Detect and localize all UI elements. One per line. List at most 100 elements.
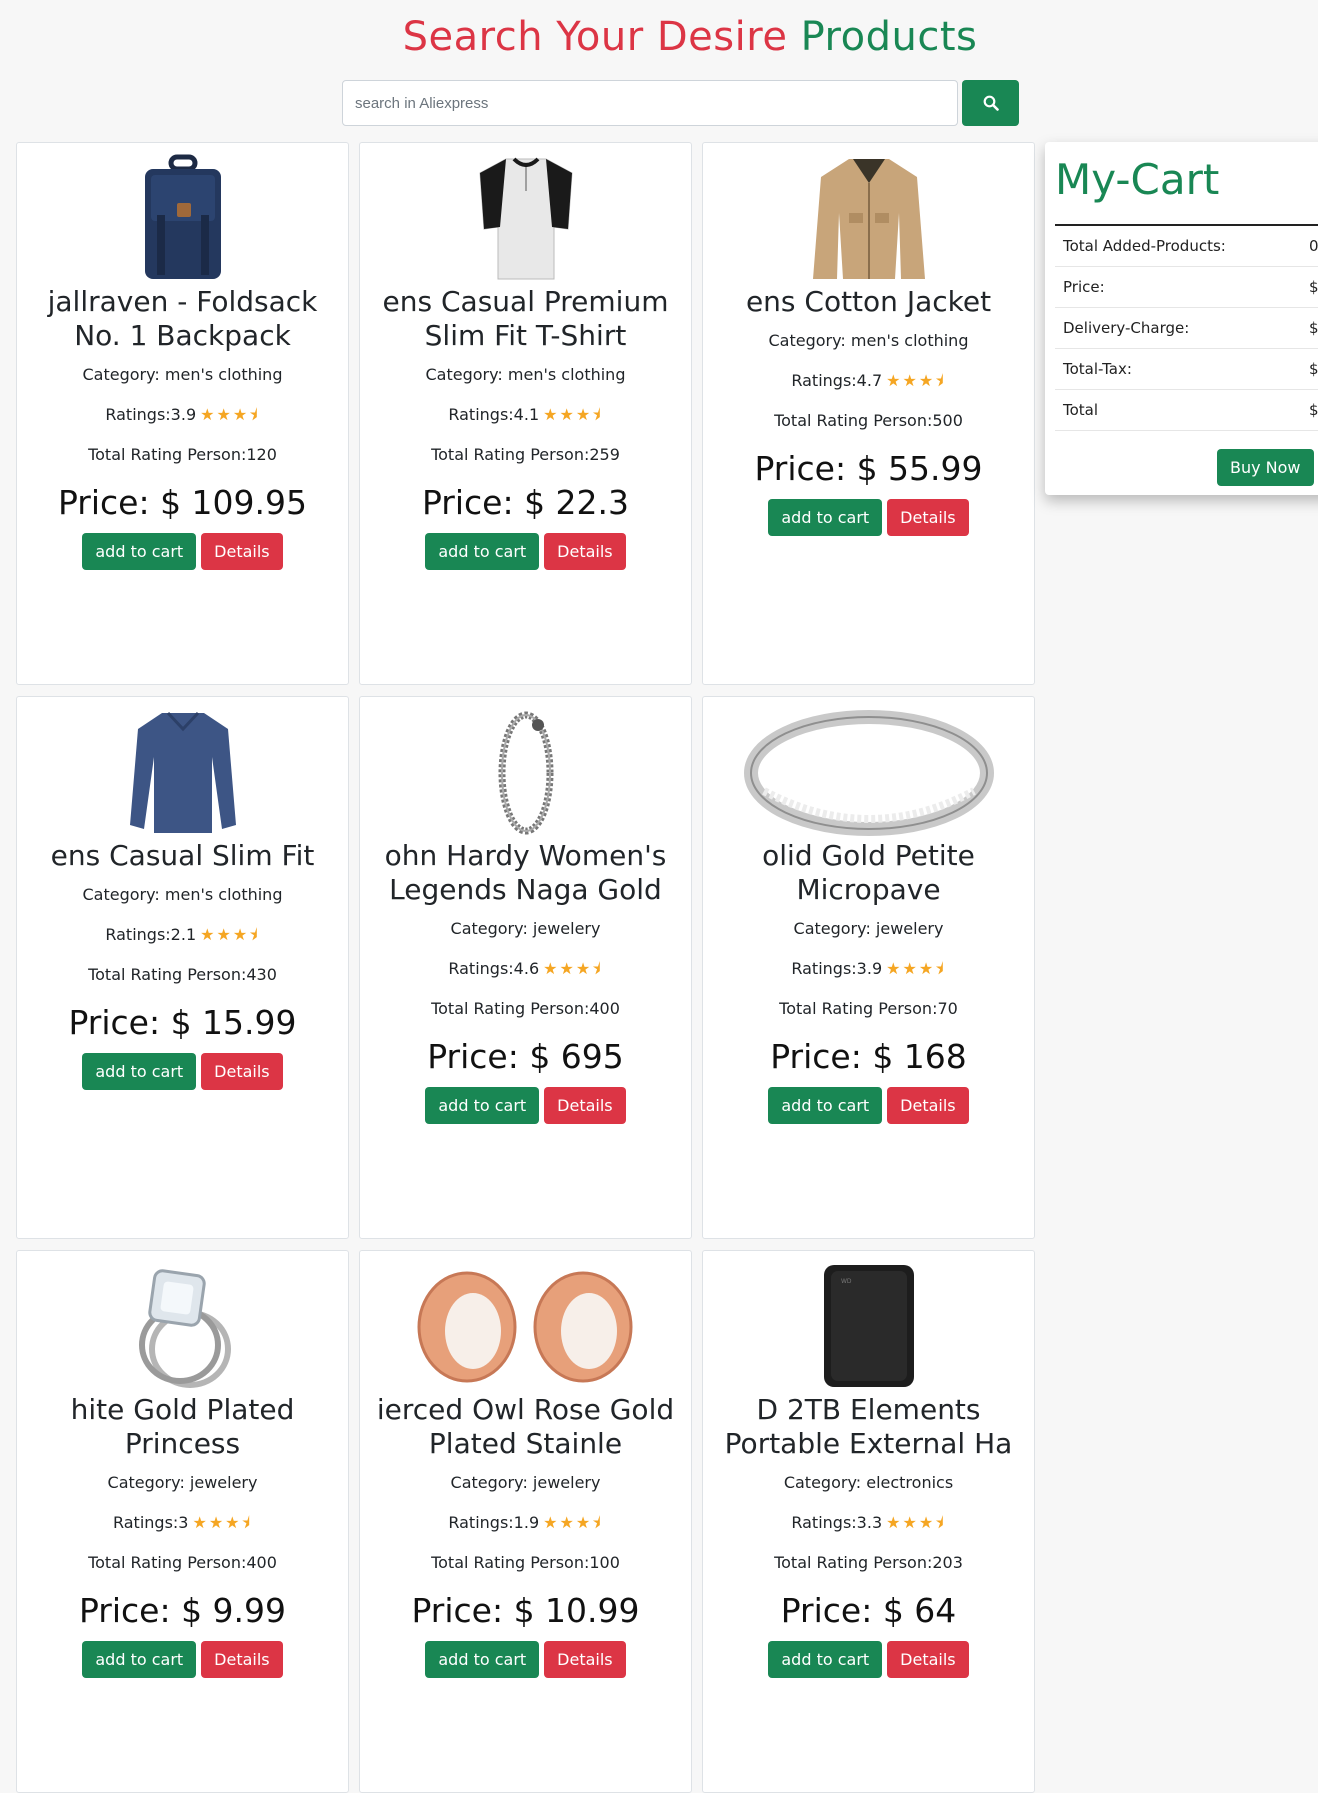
product-rating-count: Total Rating Person:70 bbox=[779, 999, 958, 1018]
product-image: WD bbox=[703, 1261, 1034, 1391]
product-rating-count: Total Rating Person:120 bbox=[88, 445, 277, 464]
search-icon bbox=[983, 95, 999, 111]
product-category: Category: electronics bbox=[783, 1473, 954, 1492]
cart-label: Total bbox=[1063, 401, 1099, 419]
star-icon: ★★★⯨ bbox=[886, 1513, 946, 1532]
backpack-icon bbox=[144, 154, 221, 279]
ear-plug-icon bbox=[417, 1271, 632, 1383]
product-card: jallraven - Foldsack No. 1 Backpack Cate… bbox=[16, 142, 349, 685]
product-title: jallraven - Foldsack No. 1 Backpack bbox=[47, 285, 318, 352]
cart-value: 0 bbox=[1309, 237, 1318, 255]
add-to-cart-button[interactable]: add to cart bbox=[82, 1053, 197, 1090]
star-icon: ★★★⯨ bbox=[200, 405, 260, 424]
product-rating-count: Total Rating Person:259 bbox=[431, 445, 620, 464]
add-to-cart-button[interactable]: add to cart bbox=[82, 533, 197, 570]
product-card: ens Cotton Jacket Category: men's clothi… bbox=[702, 142, 1035, 685]
details-button[interactable]: Details bbox=[887, 499, 969, 536]
product-card: ens Casual Premium Slim Fit T-Shirt Cate… bbox=[359, 142, 692, 685]
add-to-cart-button[interactable]: add to cart bbox=[768, 1087, 883, 1124]
svg-text:WD: WD bbox=[841, 1278, 852, 1285]
hard-drive-icon: WD bbox=[823, 1265, 914, 1387]
product-card: WD D 2TB Elements Portable External Ha C… bbox=[702, 1250, 1035, 1793]
rating-value: Ratings:2.1 bbox=[105, 925, 197, 944]
product-rating-count: Total Rating Person:400 bbox=[431, 999, 620, 1018]
product-image bbox=[17, 1261, 348, 1391]
page-title-part1: Search Your Desire bbox=[402, 14, 788, 60]
cart-row-tax: Total-Tax: $ 0 bbox=[1055, 349, 1318, 390]
add-to-cart-button[interactable]: add to cart bbox=[425, 1641, 540, 1678]
cart-label: Total Added-Products: bbox=[1063, 237, 1226, 255]
cart-label: Price: bbox=[1063, 278, 1105, 296]
star-icon: ★★★⯨ bbox=[192, 1513, 252, 1532]
product-image bbox=[360, 1261, 691, 1391]
product-image bbox=[703, 153, 1034, 283]
details-button[interactable]: Details bbox=[544, 533, 626, 570]
rating-value: Ratings:4.7 bbox=[791, 371, 883, 390]
product-image bbox=[360, 153, 691, 283]
product-rating-count: Total Rating Person:100 bbox=[431, 1553, 620, 1572]
product-title: ohn Hardy Women's Legends Naga Gold bbox=[384, 839, 667, 906]
diamond-ring-icon bbox=[138, 1269, 231, 1388]
cart-title: My-Cart bbox=[1055, 155, 1220, 204]
add-to-cart-button[interactable]: add to cart bbox=[768, 499, 883, 536]
product-category: Category: men's clothing bbox=[768, 331, 969, 350]
add-to-cart-button[interactable]: add to cart bbox=[425, 1087, 540, 1124]
jacket-icon bbox=[812, 159, 925, 279]
details-button[interactable]: Details bbox=[544, 1087, 626, 1124]
product-rating-count: Total Rating Person:203 bbox=[774, 1553, 963, 1572]
product-card: ens Casual Slim Fit Category: men's clot… bbox=[16, 696, 349, 1239]
page-title: Search Your Desire Products bbox=[0, 14, 1318, 60]
product-price: Price: $ 64 bbox=[780, 1591, 957, 1630]
cart-panel: My-Cart Total Added-Products: 0 Price: $… bbox=[1045, 142, 1318, 495]
rating-value: Ratings:3.3 bbox=[791, 1513, 883, 1532]
details-button[interactable]: Details bbox=[887, 1087, 969, 1124]
product-price: Price: $ 168 bbox=[770, 1037, 967, 1076]
details-button[interactable]: Details bbox=[544, 1641, 626, 1678]
details-button[interactable]: Details bbox=[201, 533, 283, 570]
product-rating: Ratings:2.1 ★★★⯨ bbox=[17, 923, 348, 947]
longsleeve-icon bbox=[129, 711, 236, 833]
product-card: ierced Owl Rose Gold Plated Stainle Cate… bbox=[359, 1250, 692, 1793]
rating-value: Ratings:4.6 bbox=[448, 959, 540, 978]
cart-row-delivery: Delivery-Charge: $ 2 bbox=[1055, 308, 1318, 349]
product-price: Price: $ 10.99 bbox=[411, 1591, 640, 1630]
rating-value: Ratings:3.9 bbox=[791, 959, 883, 978]
details-button[interactable]: Details bbox=[201, 1053, 283, 1090]
cart-row-total-products: Total Added-Products: 0 bbox=[1055, 226, 1318, 267]
product-rating-count: Total Rating Person:400 bbox=[88, 1553, 277, 1572]
product-rating: Ratings:3.9 ★★★⯨ bbox=[17, 403, 348, 427]
star-icon: ★★★⯨ bbox=[886, 371, 946, 390]
product-title: D 2TB Elements Portable External Ha bbox=[724, 1393, 1013, 1460]
rating-value: Ratings:1.9 bbox=[448, 1513, 540, 1532]
product-rating-count: Total Rating Person:500 bbox=[774, 411, 963, 430]
product-title: ens Cotton Jacket bbox=[745, 285, 992, 318]
ring-icon bbox=[743, 710, 994, 836]
product-image bbox=[17, 153, 348, 283]
product-card: ohn Hardy Women's Legends Naga Gold Cate… bbox=[359, 696, 692, 1239]
add-to-cart-button[interactable]: add to cart bbox=[768, 1641, 883, 1678]
search-button[interactable] bbox=[962, 80, 1019, 126]
add-to-cart-button[interactable]: add to cart bbox=[82, 1641, 197, 1678]
product-category: Category: jewelery bbox=[793, 919, 944, 938]
product-category: Category: jewelery bbox=[107, 1473, 258, 1492]
page-title-part2: Products bbox=[800, 14, 978, 60]
star-icon: ★★★⯨ bbox=[543, 959, 603, 978]
product-rating: Ratings:4.7 ★★★⯨ bbox=[703, 369, 1034, 393]
rating-value: Ratings:3.9 bbox=[105, 405, 197, 424]
details-button[interactable]: Details bbox=[201, 1641, 283, 1678]
search-input[interactable] bbox=[342, 80, 958, 126]
details-button[interactable]: Details bbox=[887, 1641, 969, 1678]
bracelet-icon bbox=[498, 711, 553, 835]
product-card: olid Gold Petite Micropave Category: jew… bbox=[702, 696, 1035, 1239]
product-category: Category: jewelery bbox=[450, 919, 601, 938]
buy-now-button[interactable]: Buy Now bbox=[1217, 449, 1314, 486]
product-title: ens Casual Premium Slim Fit T-Shirt bbox=[382, 285, 669, 352]
star-icon: ★★★⯨ bbox=[200, 925, 260, 944]
product-rating: Ratings:1.9 ★★★⯨ bbox=[360, 1511, 691, 1535]
cart-value: $ 2 bbox=[1309, 319, 1318, 337]
product-category: Category: men's clothing bbox=[425, 365, 626, 384]
product-title: ens Casual Slim Fit bbox=[50, 839, 315, 872]
add-to-cart-button[interactable]: add to cart bbox=[425, 533, 540, 570]
product-image bbox=[360, 707, 691, 837]
product-price: Price: $ 109.95 bbox=[57, 483, 308, 522]
